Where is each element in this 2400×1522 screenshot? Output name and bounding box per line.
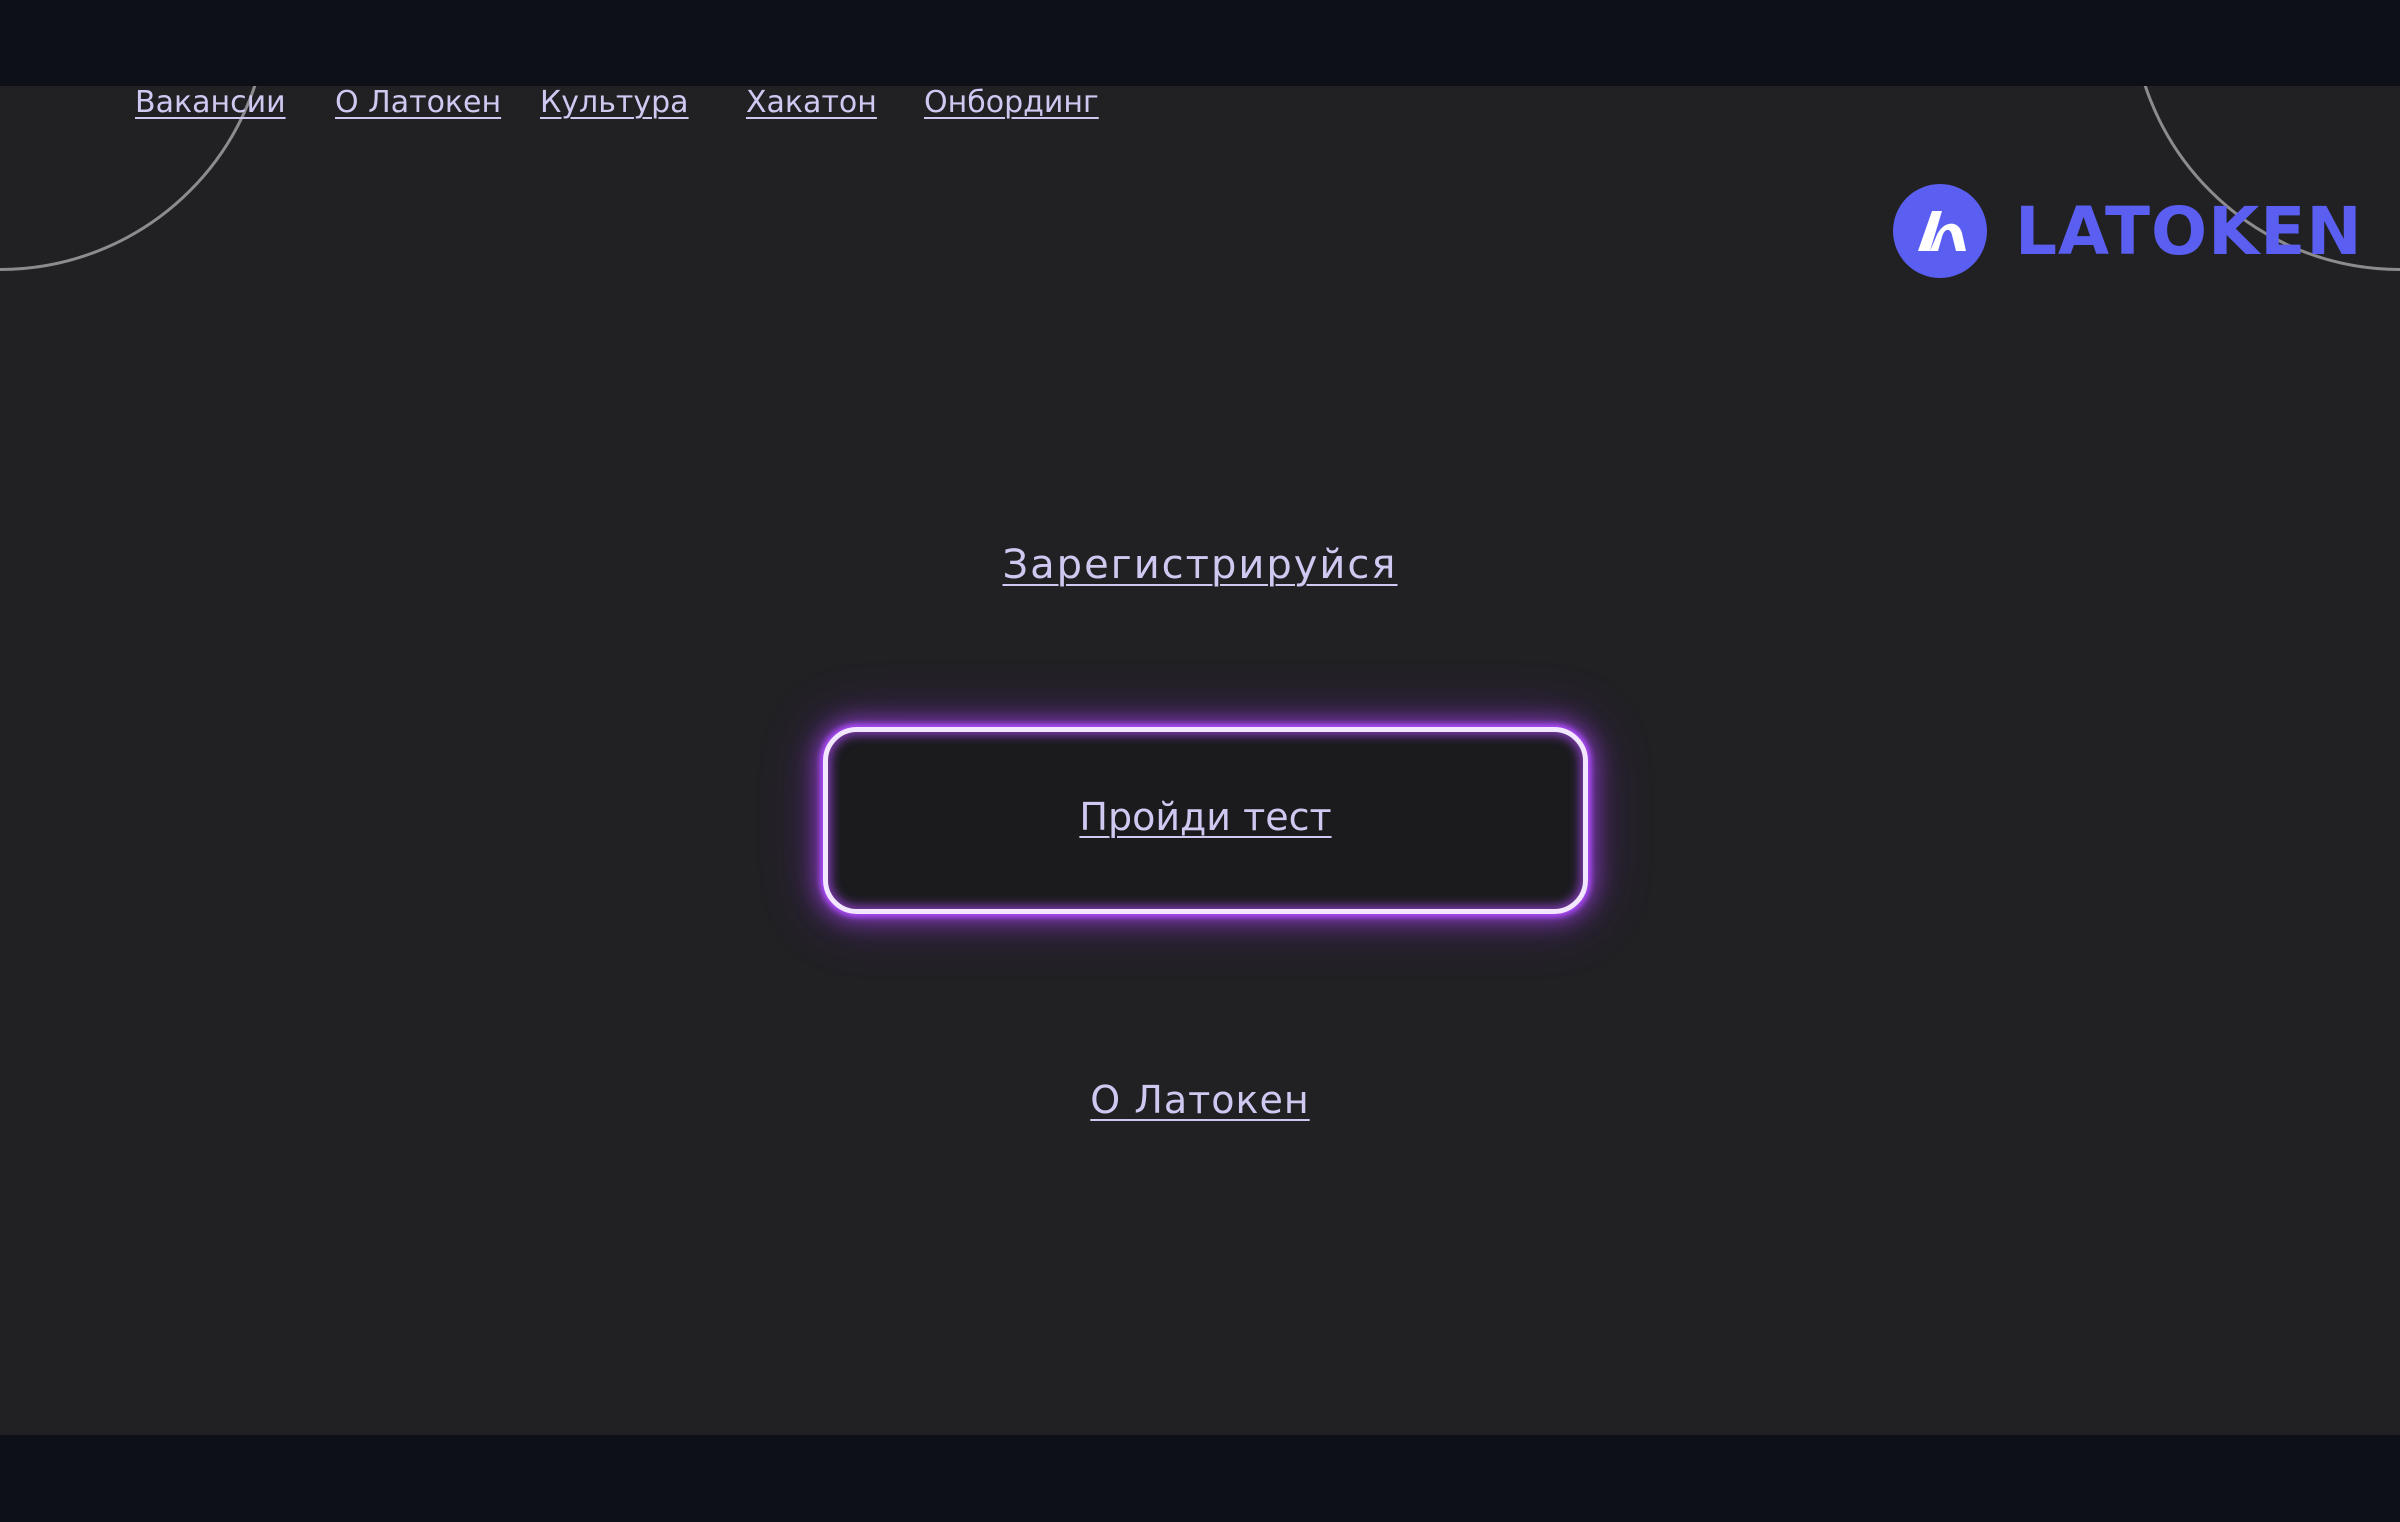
take-test-button[interactable]: Пройди тест xyxy=(823,727,1588,914)
about-latoken-link[interactable]: О Латокен xyxy=(1090,1078,1309,1122)
latoken-logo[interactable]: LATOKEN xyxy=(1893,183,2363,279)
logo-wordmark: LATOKEN xyxy=(2015,192,2363,270)
take-test-label[interactable]: Пройди тест xyxy=(1079,795,1331,839)
nav-link-hackathon[interactable]: Хакатон xyxy=(746,83,877,123)
nav-link-about[interactable]: О Латокен xyxy=(335,83,501,123)
nav-link-vacancies[interactable]: Вакансии xyxy=(135,83,286,123)
latoken-logo-icon xyxy=(1893,184,1987,278)
register-link[interactable]: Зарегистрируйся xyxy=(1003,542,1398,588)
top-frame-bar xyxy=(0,0,2400,86)
nav-link-onboarding[interactable]: Онбординг xyxy=(924,83,1099,123)
nav-link-culture[interactable]: Культура xyxy=(540,83,689,123)
bottom-frame-bar xyxy=(0,1435,2400,1522)
